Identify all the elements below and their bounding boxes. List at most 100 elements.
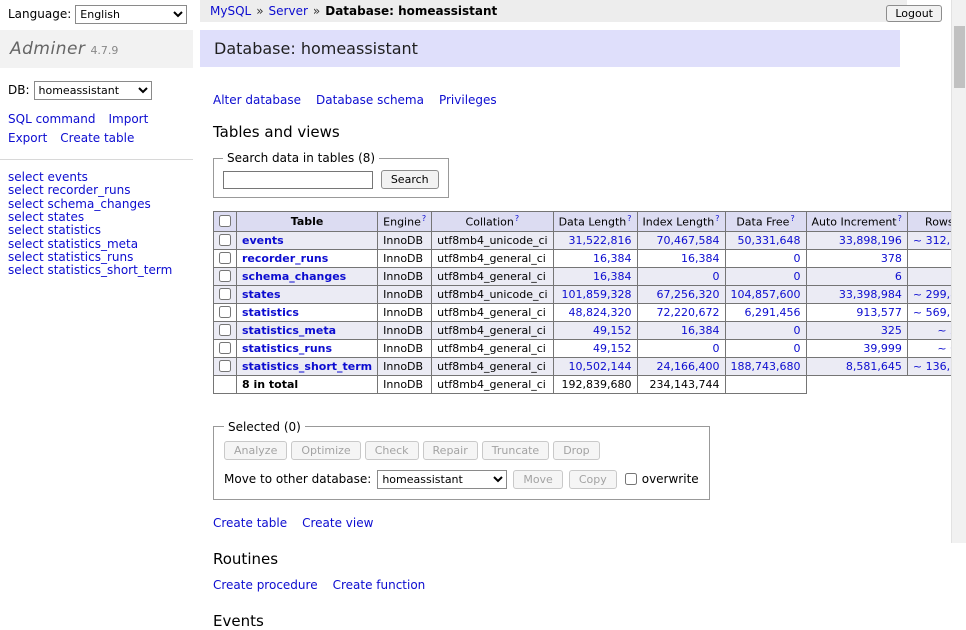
table-name-link[interactable]: statistics_short_term: [242, 360, 372, 373]
column-header-data-length[interactable]: Data Length?: [553, 212, 637, 232]
data-free-link[interactable]: 188,743,680: [731, 360, 801, 373]
table-name-link[interactable]: statistics_runs: [242, 342, 332, 355]
index-length-link[interactable]: 24,166,400: [657, 360, 720, 373]
sidebar-item-select-statistics-runs[interactable]: select statistics_runs: [8, 251, 185, 264]
help-icon[interactable]: ?: [422, 214, 426, 223]
sidebar-link-sql-command[interactable]: SQL command: [8, 112, 95, 126]
index-length-link[interactable]: 72,220,672: [657, 306, 720, 319]
data-length-link[interactable]: 16,384: [593, 270, 632, 283]
row-checkbox[interactable]: [219, 360, 231, 372]
auto-increment-link[interactable]: 8,581,645: [846, 360, 902, 373]
search-button[interactable]: Search: [381, 170, 439, 189]
analyze-button[interactable]: Analyze: [224, 441, 287, 460]
breadcrumb-link-server[interactable]: Server: [269, 4, 308, 18]
row-checkbox[interactable]: [219, 342, 231, 354]
row-checkbox[interactable]: [219, 234, 231, 246]
sidebar-link-import[interactable]: Import: [108, 112, 148, 126]
search-input[interactable]: [223, 171, 373, 189]
index-length-link[interactable]: 67,256,320: [657, 288, 720, 301]
adminer-logo[interactable]: Adminer: [10, 39, 85, 59]
language-select[interactable]: English: [75, 5, 187, 24]
row-checkbox[interactable]: [219, 270, 231, 282]
auto-increment-link[interactable]: 39,999: [863, 342, 902, 355]
auto-increment-link[interactable]: 378: [881, 252, 902, 265]
data-length-link[interactable]: 49,152: [593, 324, 632, 337]
data-free-link[interactable]: 0: [794, 324, 801, 337]
data-length-link[interactable]: 10,502,144: [569, 360, 632, 373]
column-header-collation[interactable]: Collation?: [432, 212, 553, 232]
index-length-link[interactable]: 0: [713, 342, 720, 355]
sidebar-item-select-schema-changes[interactable]: select schema_changes: [8, 198, 185, 211]
index-length-link[interactable]: 0: [713, 270, 720, 283]
help-icon[interactable]: ?: [627, 214, 631, 223]
data-length-link[interactable]: 16,384: [593, 252, 632, 265]
action-link-database-schema[interactable]: Database schema: [316, 93, 424, 107]
help-icon[interactable]: ?: [790, 214, 794, 223]
action-link-alter-database[interactable]: Alter database: [213, 93, 301, 107]
data-free-link[interactable]: 0: [794, 252, 801, 265]
move-button[interactable]: Move: [513, 470, 563, 489]
sidebar-item-select-statistics[interactable]: select statistics: [8, 224, 185, 237]
sidebar-item-select-statistics-short-term[interactable]: select statistics_short_term: [8, 264, 185, 277]
index-length-link[interactable]: 16,384: [681, 252, 720, 265]
link-create-view[interactable]: Create view: [302, 516, 373, 530]
repair-button[interactable]: Repair: [423, 441, 478, 460]
column-header-engine[interactable]: Engine?: [378, 212, 432, 232]
logout-button[interactable]: Logout: [886, 5, 942, 22]
column-header-index-length[interactable]: Index Length?: [637, 212, 725, 232]
table-name-link[interactable]: statistics_meta: [242, 324, 336, 337]
link-create-procedure[interactable]: Create procedure: [213, 578, 318, 592]
row-checkbox[interactable]: [219, 306, 231, 318]
optimize-button[interactable]: Optimize: [291, 441, 360, 460]
auto-increment-link[interactable]: 33,898,196: [839, 234, 902, 247]
table-name-link[interactable]: statistics: [242, 306, 299, 319]
table-name-link[interactable]: states: [242, 288, 281, 301]
help-icon[interactable]: ?: [715, 214, 719, 223]
sidebar-item-select-statistics-meta[interactable]: select statistics_meta: [8, 238, 185, 251]
data-free-link[interactable]: 104,857,600: [731, 288, 801, 301]
overwrite-checkbox[interactable]: [625, 473, 637, 485]
help-icon[interactable]: ?: [898, 214, 902, 223]
link-create-table[interactable]: Create table: [213, 516, 287, 530]
link-create-function[interactable]: Create function: [333, 578, 426, 592]
table-name-link[interactable]: events: [242, 234, 284, 247]
sidebar-item-select-events[interactable]: select events: [8, 171, 185, 184]
data-length-link[interactable]: 49,152: [593, 342, 632, 355]
check-button[interactable]: Check: [365, 441, 419, 460]
truncate-button[interactable]: Truncate: [482, 441, 549, 460]
data-free-link[interactable]: 0: [794, 342, 801, 355]
db-select[interactable]: homeassistant: [34, 81, 152, 100]
auto-increment-link[interactable]: 6: [895, 270, 902, 283]
sidebar-link-export[interactable]: Export: [8, 131, 47, 145]
data-length-link[interactable]: 48,824,320: [569, 306, 632, 319]
sidebar-item-select-states[interactable]: select states: [8, 211, 185, 224]
data-free-link[interactable]: 0: [794, 270, 801, 283]
row-checkbox[interactable]: [219, 252, 231, 264]
select-all-checkbox[interactable]: [219, 215, 231, 227]
data-length-link[interactable]: 101,859,328: [562, 288, 632, 301]
copy-button[interactable]: Copy: [569, 470, 617, 489]
move-db-select[interactable]: homeassistant: [377, 470, 507, 489]
auto-increment-link[interactable]: 325: [881, 324, 902, 337]
index-length-link[interactable]: 70,467,584: [657, 234, 720, 247]
index-length-link[interactable]: 16,384: [681, 324, 720, 337]
auto-increment-link[interactable]: 33,398,984: [839, 288, 902, 301]
help-icon[interactable]: ?: [515, 214, 519, 223]
table-name-link[interactable]: schema_changes: [242, 270, 346, 283]
data-length-link[interactable]: 31,522,816: [569, 234, 632, 247]
scrollbar-thumb[interactable]: [954, 26, 965, 88]
auto-increment-link[interactable]: 913,577: [856, 306, 902, 319]
vertical-scrollbar[interactable]: [951, 0, 966, 543]
table-name-link[interactable]: recorder_runs: [242, 252, 328, 265]
sidebar-link-create-table[interactable]: Create table: [60, 131, 134, 145]
column-header-data-free[interactable]: Data Free?: [725, 212, 806, 232]
column-header-auto-increment[interactable]: Auto Increment?: [806, 212, 907, 232]
breadcrumb-link-mysql[interactable]: MySQL: [210, 4, 251, 18]
row-checkbox[interactable]: [219, 324, 231, 336]
drop-button[interactable]: Drop: [553, 441, 599, 460]
row-checkbox[interactable]: [219, 288, 231, 300]
sidebar-item-select-recorder-runs[interactable]: select recorder_runs: [8, 184, 185, 197]
data-free-link[interactable]: 50,331,648: [738, 234, 801, 247]
action-link-privileges[interactable]: Privileges: [439, 93, 497, 107]
data-free-link[interactable]: 6,291,456: [745, 306, 801, 319]
